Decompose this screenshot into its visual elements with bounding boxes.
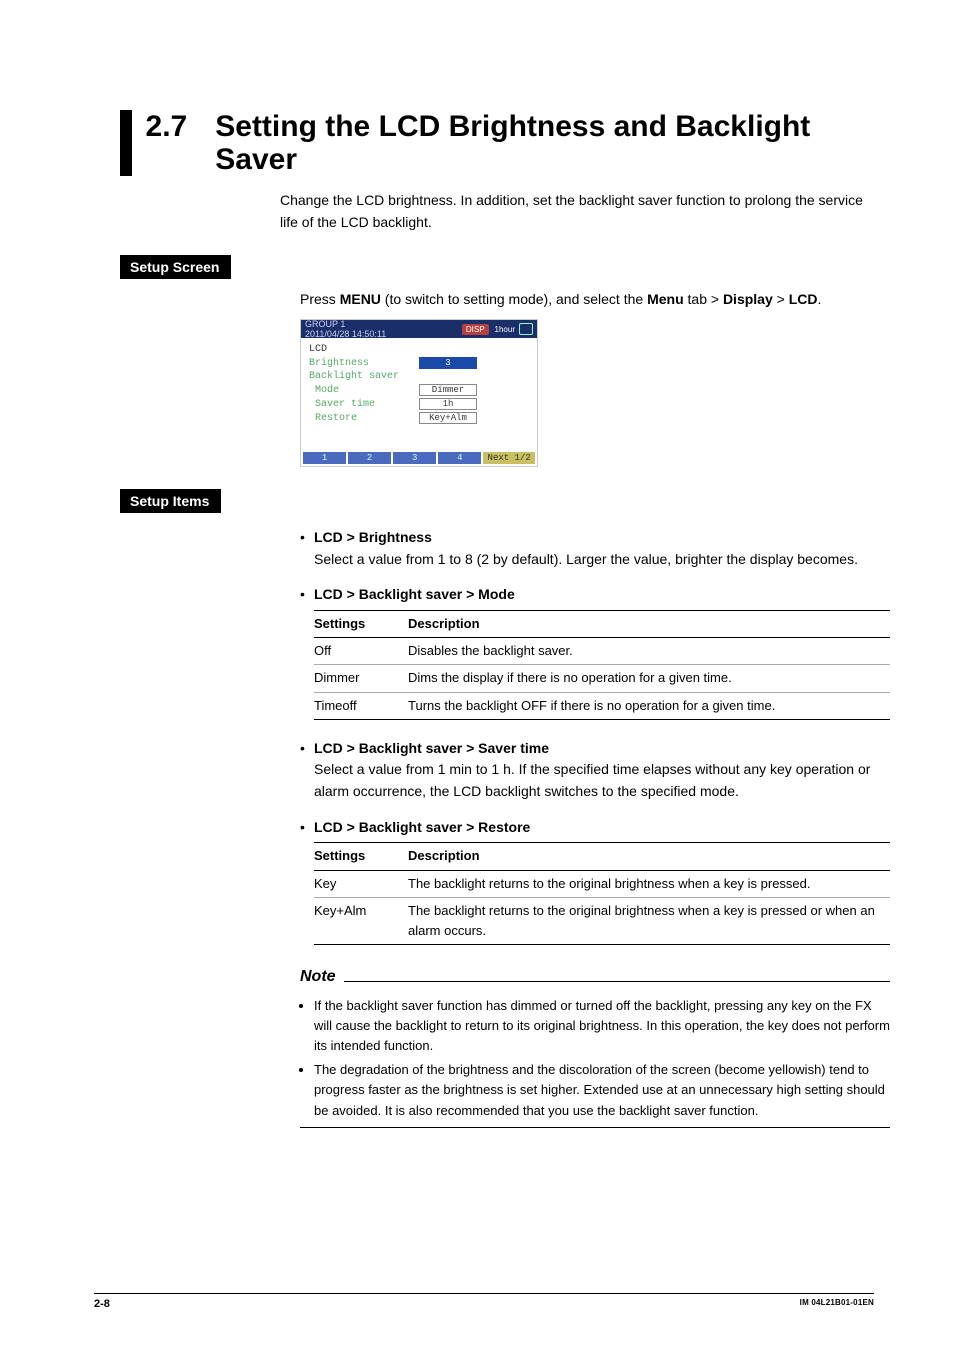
row-mode-value: Dimmer: [419, 384, 477, 396]
footbtn-next: Next 1/2: [483, 452, 535, 464]
screenshot-panel-title: LCD: [309, 344, 529, 355]
note-heading-row: Note: [300, 965, 890, 990]
bullet-icon: •: [300, 584, 314, 606]
mode-table: Settings Description OffDisables the bac…: [314, 610, 890, 720]
table-row: TimeoffTurns the backlight OFF if there …: [314, 692, 890, 719]
doc-id: IM 04L21B01-01EN: [800, 1298, 874, 1310]
restore-r0-d: The backlight returns to the original br…: [408, 870, 890, 897]
note-close-rule: [300, 1127, 890, 1128]
row-backlight-label: Backlight saver: [309, 371, 399, 382]
table-row: DimmerDims the display if there is no op…: [314, 665, 890, 692]
footbtn-2: 2: [348, 452, 391, 464]
item-brightness-title: LCD > Brightness: [314, 527, 432, 549]
screenshot-hour: 1hour: [495, 325, 515, 334]
footbtn-3: 3: [393, 452, 436, 464]
note-item-1: The degradation of the brightness and th…: [314, 1060, 890, 1120]
mode-r0-d: Disables the backlight saver.: [408, 638, 890, 665]
restore-th-settings: Settings: [314, 843, 408, 870]
page-footer: 2-8 IM 04L21B01-01EN: [94, 1293, 874, 1310]
page-number: 2-8: [94, 1298, 110, 1310]
item-brightness-desc: Select a value from 1 to 8 (2 by default…: [314, 549, 890, 571]
bullet-icon: •: [300, 817, 314, 839]
screenshot-group: GROUP 1: [305, 319, 345, 329]
row-mode-label: Mode: [315, 385, 419, 396]
screenshot-datetime: 2011/04/28 14:50:11: [305, 329, 386, 339]
mode-r2-d: Turns the backlight OFF if there is no o…: [408, 692, 890, 719]
title-bar: [120, 110, 132, 176]
note-rule-line: [344, 981, 890, 982]
mode-r1-s: Dimmer: [314, 665, 408, 692]
screenshot-header: GROUP 1 2011/04/28 14:50:11 DISP 1hour: [301, 320, 537, 338]
row-saver-value: 1h: [419, 398, 477, 410]
footbtn-4: 4: [438, 452, 481, 464]
restore-r1-s: Key+Alm: [314, 897, 408, 944]
bullet-icon: •: [300, 527, 314, 549]
item-savertime-desc: Select a value from 1 min to 1 h. If the…: [314, 759, 890, 802]
item-savertime-title: LCD > Backlight saver > Saver time: [314, 738, 549, 760]
note-list: If the backlight saver function has dimm…: [300, 996, 890, 1121]
note-heading: Note: [300, 965, 336, 990]
mode-r2-s: Timeoff: [314, 692, 408, 719]
instr-lcd: LCD: [789, 291, 818, 307]
section-title: Setting the LCD Brightness and Backlight…: [215, 110, 874, 176]
section-number: 2.7: [146, 110, 216, 143]
instr-tab: tab >: [684, 291, 723, 307]
row-brightness-value: 3: [419, 357, 477, 369]
intro-text: Change the LCD brightness. In addition, …: [280, 190, 870, 233]
instr-mid: (to switch to setting mode), and select …: [381, 291, 647, 307]
instr-menu1: MENU: [340, 291, 381, 307]
setup-screen-heading: Setup Screen: [120, 255, 231, 279]
mode-r0-s: Off: [314, 638, 408, 665]
row-restore-value: Key+Alm: [419, 412, 477, 424]
mode-th-desc: Description: [408, 611, 890, 638]
row-brightness-label: Brightness: [309, 358, 419, 369]
item-mode-title: LCD > Backlight saver > Mode: [314, 584, 515, 606]
item-restore-title: LCD > Backlight saver > Restore: [314, 817, 530, 839]
restore-r0-s: Key: [314, 870, 408, 897]
instr-menu2: Menu: [647, 291, 684, 307]
instr-pre: Press: [300, 291, 340, 307]
table-row: KeyThe backlight returns to the original…: [314, 870, 890, 897]
disp-badge: DISP: [462, 324, 489, 335]
table-row: OffDisables the backlight saver.: [314, 638, 890, 665]
instr-gt: >: [773, 291, 789, 307]
note-item-0: If the backlight saver function has dimm…: [314, 996, 890, 1056]
restore-table: Settings Description KeyThe backlight re…: [314, 842, 890, 945]
restore-th-desc: Description: [408, 843, 890, 870]
camera-icon: [519, 323, 533, 335]
bullet-icon: •: [300, 738, 314, 760]
instr-display: Display: [723, 291, 773, 307]
row-saver-label: Saver time: [315, 399, 419, 410]
screenshot-body: LCD Brightness 3 Backlight saver Mode Di…: [301, 338, 537, 466]
section-title-block: 2.7 Setting the LCD Brightness and Backl…: [120, 110, 874, 176]
page: 2.7 Setting the LCD Brightness and Backl…: [0, 0, 954, 1350]
restore-r1-d: The backlight returns to the original br…: [408, 897, 890, 944]
mode-th-settings: Settings: [314, 611, 408, 638]
setup-screen-instruction: Press MENU (to switch to setting mode), …: [300, 289, 890, 311]
instr-end: .: [818, 291, 822, 307]
table-row: Key+AlmThe backlight returns to the orig…: [314, 897, 890, 944]
row-restore-label: Restore: [315, 413, 419, 424]
screenshot-footer: 1 2 3 4 Next 1/2: [303, 452, 535, 464]
device-screenshot: GROUP 1 2011/04/28 14:50:11 DISP 1hour L…: [300, 319, 538, 467]
footbtn-1: 1: [303, 452, 346, 464]
setup-items-body: • LCD > Brightness Select a value from 1…: [300, 527, 890, 1128]
mode-r1-d: Dims the display if there is no operatio…: [408, 665, 890, 692]
setup-items-heading: Setup Items: [120, 489, 221, 513]
